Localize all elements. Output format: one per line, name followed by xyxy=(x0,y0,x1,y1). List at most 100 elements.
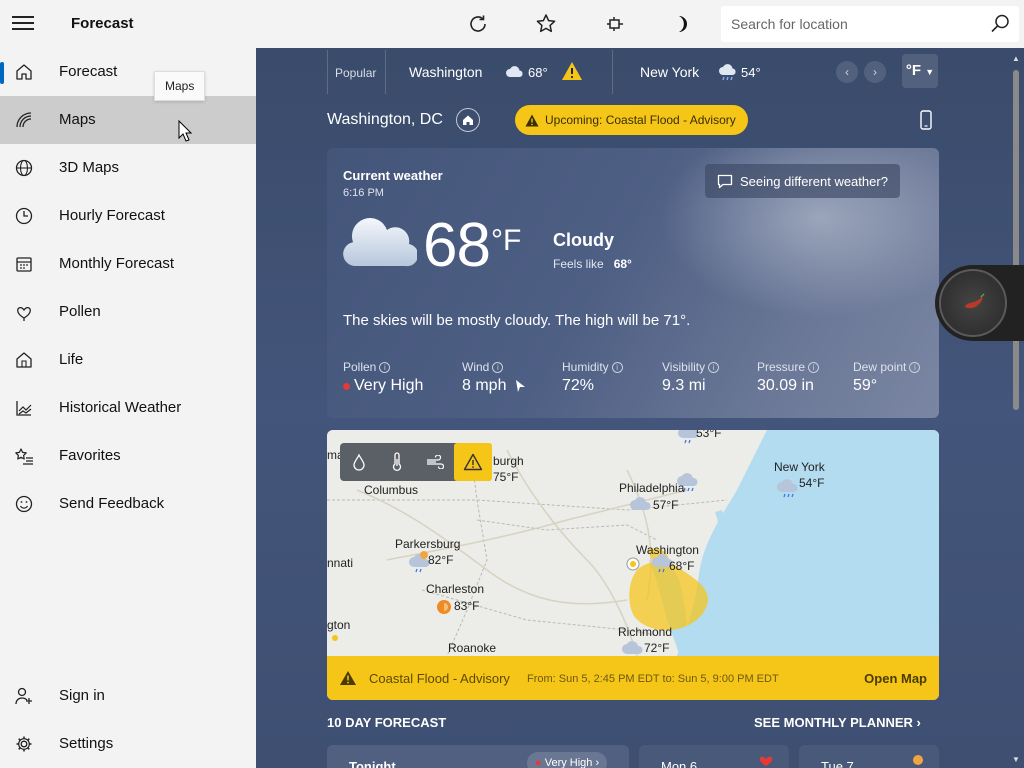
info-icon[interactable]: i xyxy=(379,361,391,373)
map-place-label: gton xyxy=(327,618,351,632)
sidebar-item-hourly-forecast[interactable]: Hourly Forecast xyxy=(0,192,256,240)
star-list-icon xyxy=(15,448,33,465)
sidebar-item-label: Monthly Forecast xyxy=(59,255,175,272)
info-icon[interactable]: i xyxy=(909,361,921,373)
moon-icon[interactable] xyxy=(670,12,694,36)
map-layer-toolbar xyxy=(340,443,492,481)
favorite-city: New York xyxy=(640,64,700,80)
alert-badge[interactable]: Upcoming: Coastal Flood - Advisory xyxy=(515,105,748,135)
selection-indicator xyxy=(0,62,4,84)
sidebar-item-forecast[interactable]: Forecast xyxy=(0,48,256,96)
chart-icon xyxy=(16,401,32,416)
map-temp-label: 57°F xyxy=(653,498,679,512)
scroll-up-arrow[interactable]: ▲ xyxy=(1012,54,1020,63)
forecast-day-card[interactable]: Tonight ● Very High › xyxy=(327,745,629,768)
sidebar-item-send-feedback[interactable]: Send Feedback xyxy=(0,480,256,528)
warning-icon xyxy=(562,62,582,80)
set-home-button[interactable] xyxy=(456,108,480,132)
wind-layer-button[interactable] xyxy=(416,443,454,481)
sidebar-item-monthly-forecast[interactable]: Monthly Forecast xyxy=(0,240,256,288)
favorites-bar: Popular Washington 68° New York 54° ‹ › xyxy=(327,48,947,96)
unit-toggle-button[interactable]: °F ▼ xyxy=(902,54,938,88)
app-title: Forecast xyxy=(71,15,134,32)
sidebar-item-pollen[interactable]: Pollen xyxy=(0,288,256,336)
metric-value: 8 mph xyxy=(462,377,507,394)
wind-icon xyxy=(427,455,444,469)
sidebar-item-label: Sign in xyxy=(59,687,105,704)
weather-map-card[interactable]: ma burgh 75°F Columbus Philadelphia 57°F… xyxy=(327,430,939,700)
feels-like-value: 68° xyxy=(613,257,632,271)
scroll-left-button[interactable]: ‹ xyxy=(836,61,858,83)
monthly-planner-link[interactable]: SEE MONTHLY PLANNER › xyxy=(754,715,921,730)
forecast-day-card[interactable]: Mon 6 xyxy=(639,745,789,768)
metric-pressure[interactable]: Pressure i 30.09 in xyxy=(757,360,820,395)
floating-widget[interactable] xyxy=(935,265,1024,341)
pin-icon[interactable] xyxy=(603,12,627,36)
metric-visibility[interactable]: Visibility i 9.3 mi xyxy=(662,360,720,395)
sidebar-item-life[interactable]: Life xyxy=(0,336,256,384)
search-box[interactable] xyxy=(721,6,1019,42)
forecast-day-card[interactable]: Tue 7 xyxy=(799,745,939,768)
open-map-link[interactable]: Open Map xyxy=(864,671,927,686)
warning-icon xyxy=(463,453,483,471)
temperature-layer-button[interactable] xyxy=(378,443,416,481)
hamburger-menu-icon[interactable] xyxy=(12,16,34,32)
sidebar-item-maps[interactable]: Maps xyxy=(0,96,256,144)
feedback-label: Seeing different weather? xyxy=(740,173,888,189)
scroll-right-button[interactable]: › xyxy=(864,61,886,83)
chevron-down-icon: ▼ xyxy=(925,67,935,77)
metric-value: 9.3 mi xyxy=(662,377,706,394)
ten-day-heading: 10 DAY FORECAST xyxy=(327,715,447,730)
maps-icon xyxy=(16,112,32,128)
sidebar-item-label: Hourly Forecast xyxy=(59,207,165,224)
gear-icon xyxy=(16,736,32,752)
sidebar-item-label: Life xyxy=(59,351,84,368)
metric-label: Wind xyxy=(462,360,490,374)
scrollbar-thumb[interactable] xyxy=(1013,70,1019,410)
scroll-down-arrow[interactable]: ▼ xyxy=(1012,755,1020,764)
info-icon[interactable]: i xyxy=(808,361,820,373)
feedback-button[interactable]: Seeing different weather? xyxy=(705,164,900,198)
info-icon[interactable]: i xyxy=(492,361,504,373)
sidebar-item-label: Settings xyxy=(59,735,114,752)
favorite-new-york[interactable]: New York 54° xyxy=(640,48,780,96)
sidebar: Forecast Maps 3D Maps Hourly Forecast Mo… xyxy=(0,48,256,768)
unit-label: °F xyxy=(905,62,922,79)
precipitation-icon xyxy=(353,453,365,471)
sidebar-item-label: Historical Weather xyxy=(59,399,182,416)
info-icon[interactable]: i xyxy=(708,361,720,373)
advisory-time: From: Sun 5, 2:45 PM EDT to: Sun 5, 9:00… xyxy=(527,673,779,685)
pollen-pill-label: Very High xyxy=(544,757,593,768)
sidebar-item-favorites[interactable]: Favorites xyxy=(0,432,256,480)
sidebar-item-3d-maps[interactable]: 3D Maps xyxy=(0,144,256,192)
current-temperature: 68 xyxy=(423,211,491,280)
map-temp-label: 72°F xyxy=(644,641,670,655)
metric-wind[interactable]: Wind i 8 mph xyxy=(462,360,526,395)
map-place-label: New York xyxy=(774,460,825,474)
search-icon[interactable] xyxy=(989,13,1011,40)
phone-icon[interactable] xyxy=(919,110,933,130)
scrollbar[interactable]: ▲ ▼ xyxy=(1012,54,1020,764)
sidebar-item-sign-in[interactable]: Sign in xyxy=(0,672,256,720)
info-icon[interactable]: i xyxy=(611,361,623,373)
warning-icon xyxy=(340,671,356,685)
metric-dew-point[interactable]: Dew point i 59° xyxy=(853,360,921,395)
metric-label: Pollen xyxy=(343,360,377,374)
warning-layer-button[interactable] xyxy=(454,443,492,481)
current-weather-title: Current weather xyxy=(343,168,443,183)
metric-pollen[interactable]: Pollen i Very High xyxy=(343,360,423,395)
sidebar-item-settings[interactable]: Settings xyxy=(0,720,256,768)
refresh-icon[interactable] xyxy=(466,12,490,36)
search-input[interactable] xyxy=(731,14,981,34)
map-temp-label: 53°F xyxy=(696,430,722,440)
advisory-bar[interactable]: Coastal Flood - Advisory From: Sun 5, 2:… xyxy=(327,656,939,700)
metric-humidity[interactable]: Humidity i 72% xyxy=(562,360,623,395)
feels-like-label: Feels like xyxy=(553,257,604,271)
map-place-label: burgh xyxy=(493,454,524,468)
life-icon xyxy=(16,352,32,368)
star-icon[interactable] xyxy=(534,12,558,36)
sidebar-item-historical-weather[interactable]: Historical Weather xyxy=(0,384,256,432)
precipitation-layer-button[interactable] xyxy=(340,443,378,481)
favorite-washington[interactable]: Washington 68° xyxy=(409,48,609,96)
current-weather-card: Current weather 6:16 PM Seeing different… xyxy=(327,148,939,418)
